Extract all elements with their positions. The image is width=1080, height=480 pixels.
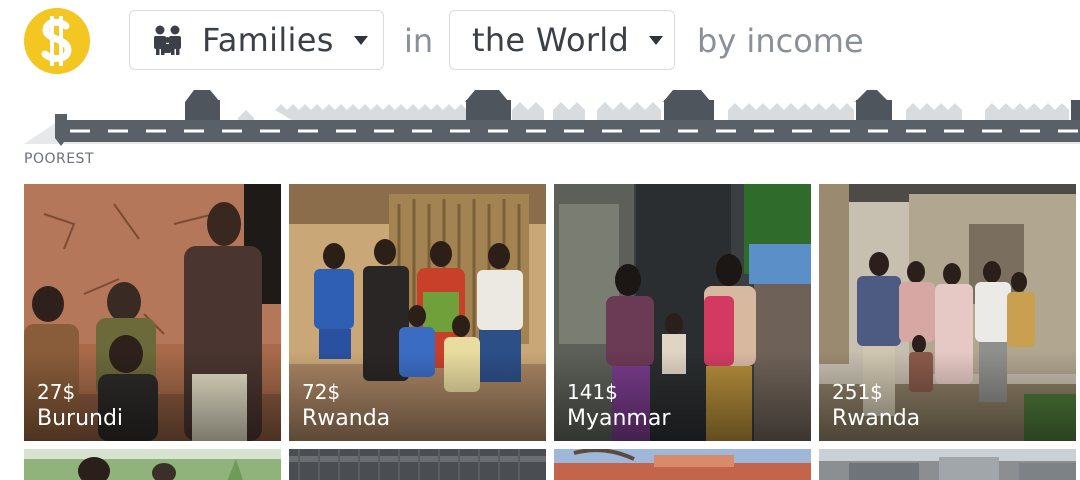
family-photo bbox=[554, 449, 811, 480]
income-street[interactable] bbox=[0, 84, 1080, 148]
place-select-label: the World bbox=[472, 21, 630, 59]
thing-select-label: Families bbox=[202, 21, 334, 59]
income-label: 27$ bbox=[37, 380, 76, 404]
people-icon bbox=[154, 25, 181, 55]
in-text: in bbox=[404, 22, 434, 60]
family-card[interactable]: 251$ Rwanda bbox=[819, 184, 1076, 441]
poorest-label: POOREST bbox=[24, 151, 94, 167]
chevron-down-icon bbox=[649, 35, 664, 45]
family-card[interactable] bbox=[289, 449, 546, 480]
place-select[interactable]: the World bbox=[449, 10, 675, 70]
family-photo bbox=[24, 449, 281, 480]
thing-select[interactable]: Families bbox=[129, 10, 384, 70]
by-income-text: by income bbox=[697, 22, 864, 60]
income-label: 251$ bbox=[832, 380, 883, 404]
family-card[interactable]: 27$ Burundi bbox=[24, 184, 281, 441]
income-label: 141$ bbox=[567, 380, 618, 404]
country-label: Myanmar bbox=[567, 406, 671, 431]
country-label: Burundi bbox=[37, 406, 124, 431]
family-photo bbox=[289, 449, 546, 480]
family-card[interactable]: 72$ Rwanda bbox=[289, 184, 546, 441]
country-label: Rwanda bbox=[832, 406, 921, 431]
family-card[interactable] bbox=[24, 449, 281, 480]
family-card[interactable] bbox=[554, 449, 811, 480]
country-label: Rwanda bbox=[302, 406, 391, 431]
income-label: 72$ bbox=[302, 380, 341, 404]
family-card[interactable]: 141$ Myanmar bbox=[554, 184, 811, 441]
dollar-logo-icon[interactable] bbox=[24, 8, 90, 74]
family-photo bbox=[819, 449, 1076, 480]
family-card[interactable] bbox=[819, 449, 1076, 480]
chevron-down-icon bbox=[353, 35, 368, 45]
